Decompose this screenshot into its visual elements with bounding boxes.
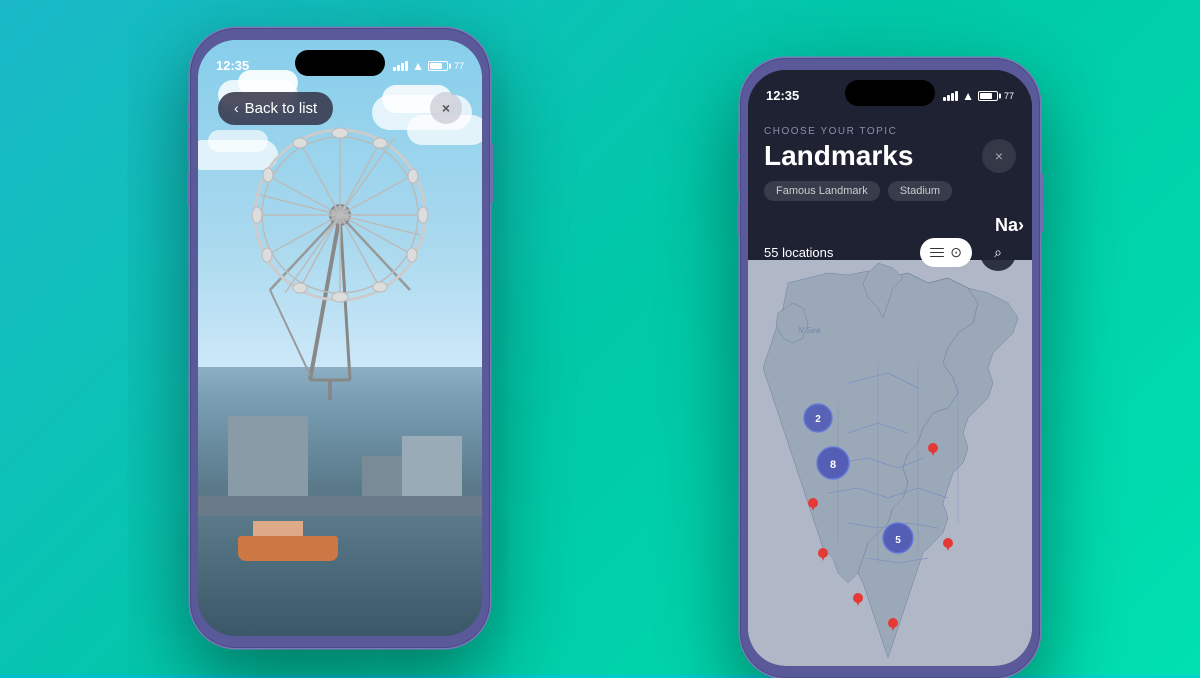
dynamic-island-right xyxy=(845,80,935,106)
back-to-list-label: Back to list xyxy=(245,100,318,117)
power-button-left xyxy=(490,143,493,203)
signal-bar-2 xyxy=(397,65,400,71)
map-area: N Sea xyxy=(748,260,1032,666)
right-volume-up xyxy=(737,158,740,190)
signal-bars xyxy=(393,61,408,71)
toggle-line-2 xyxy=(930,252,944,253)
map-header: CHOOSE YOUR TOPIC Landmarks × Famous Lan… xyxy=(748,114,1032,211)
right-bar-4 xyxy=(955,91,958,101)
tag-stadium[interactable]: Stadium xyxy=(888,181,952,201)
battery-icon-right xyxy=(978,91,998,101)
signal-bar-3 xyxy=(401,63,404,71)
right-time: 12:35 xyxy=(766,88,799,103)
battery-text-right: 77 xyxy=(1004,91,1014,101)
battery-text-left: 77 xyxy=(454,61,464,71)
boat xyxy=(238,536,338,561)
toggle-line-1 xyxy=(930,248,944,249)
search-icon: ⌕ xyxy=(994,244,1002,261)
london-eye-container xyxy=(240,120,440,420)
map-toolbar: 55 locations ⊙ ⌕ xyxy=(748,235,1032,271)
tags-row: Famous Landmark Stadium xyxy=(764,181,1016,201)
toggle-line-3 xyxy=(930,256,944,257)
right-bar-1 xyxy=(943,97,946,101)
phone-left: 12:35 ◂ App Store ▲ 77 xyxy=(190,28,490,648)
right-signal-bars xyxy=(943,91,958,101)
map-controls: ⊙ ⌕ xyxy=(920,235,1016,271)
right-battery-fill xyxy=(980,93,992,99)
street-view-background xyxy=(198,40,482,636)
volume-up-button xyxy=(187,128,190,160)
locations-count: 55 locations xyxy=(764,245,833,260)
battery-fill xyxy=(430,63,442,69)
topic-title: Landmarks xyxy=(764,140,913,172)
right-status-icons: ▲ 77 xyxy=(943,89,1014,103)
river-thames xyxy=(198,516,482,636)
wifi-icon: ▲ xyxy=(412,59,424,73)
svg-text:5: 5 xyxy=(895,535,901,546)
tag-stadium-label: Stadium xyxy=(900,185,940,197)
back-chevron-icon: ‹ xyxy=(234,100,239,116)
boat-cabin xyxy=(253,521,303,536)
partial-nav-text: Na› xyxy=(995,215,1024,236)
volume-down-button xyxy=(187,173,190,205)
search-button[interactable]: ⌕ xyxy=(980,235,1016,271)
svg-text:8: 8 xyxy=(830,459,836,471)
toggle-lines-icon xyxy=(930,248,944,258)
close-button-left[interactable]: × xyxy=(430,92,462,124)
right-phone-screen: 12:35 n Store ▲ 77 xyxy=(748,70,1032,666)
right-power xyxy=(1040,173,1043,233)
right-mute xyxy=(737,133,740,153)
close-button-right[interactable]: × xyxy=(982,139,1016,173)
partial-text-label: Na› xyxy=(995,215,1024,235)
signal-bar-4 xyxy=(405,61,408,71)
list-map-toggle[interactable]: ⊙ xyxy=(920,238,972,267)
dynamic-island-left xyxy=(295,50,385,76)
signal-bar-1 xyxy=(393,67,396,71)
left-time: 12:35 xyxy=(216,58,249,73)
ground xyxy=(198,496,482,516)
back-to-list-button[interactable]: ‹ Back to list xyxy=(218,92,333,125)
left-phone-screen: 12:35 ◂ App Store ▲ 77 xyxy=(198,40,482,636)
mute-button xyxy=(187,103,190,123)
tag-famous-label: Famous Landmark xyxy=(776,185,868,197)
choose-topic-label: CHOOSE YOUR TOPIC xyxy=(764,126,1016,137)
right-volume-down xyxy=(737,203,740,235)
left-status-icons: ▲ 77 xyxy=(393,59,464,73)
london-eye-svg xyxy=(240,120,440,400)
right-wifi-icon: ▲ xyxy=(962,89,974,103)
topic-row: Landmarks × xyxy=(764,139,1016,173)
battery-icon-left xyxy=(428,61,448,71)
svg-text:2: 2 xyxy=(815,414,821,425)
close-icon-left: × xyxy=(442,100,450,116)
right-bar-3 xyxy=(951,93,954,101)
tag-famous-landmark[interactable]: Famous Landmark xyxy=(764,181,880,201)
map-marker-icon: ⊙ xyxy=(950,244,962,261)
phone-right: 12:35 n Store ▲ 77 xyxy=(740,58,1040,678)
phones-container: 12:35 ◂ App Store ▲ 77 xyxy=(150,28,1050,648)
close-icon-right: × xyxy=(995,148,1003,164)
europe-map-svg: N Sea xyxy=(748,260,1032,666)
north-sea-text: N Sea xyxy=(798,326,821,335)
right-bar-2 xyxy=(947,95,950,101)
